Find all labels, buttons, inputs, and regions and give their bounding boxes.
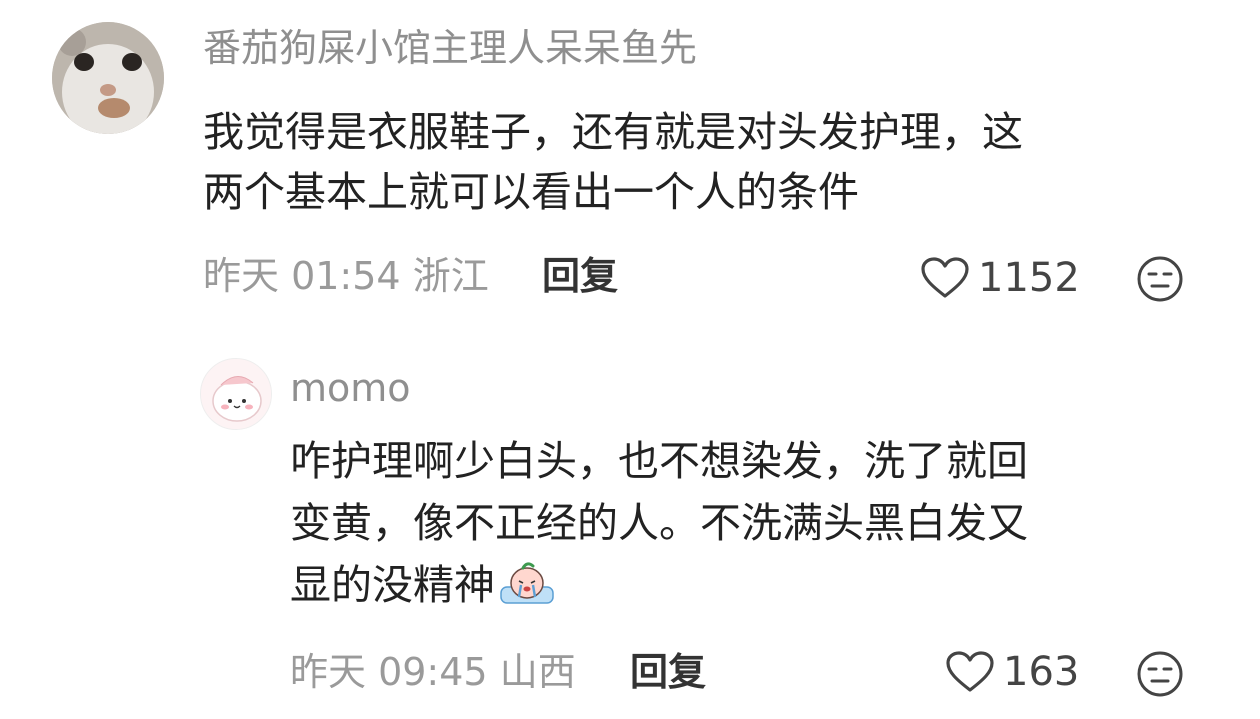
heart-icon xyxy=(946,651,994,692)
cat-avatar-image xyxy=(52,22,164,134)
comment-time: 昨天 09:45 xyxy=(290,650,488,694)
crying-sticker-icon xyxy=(500,562,554,604)
comment-line: 咋护理啊少白头，也不想染发，洗了就回 xyxy=(290,437,1028,485)
neutral-face-icon xyxy=(1137,651,1183,697)
comment-line: 我觉得是衣服鞋子，还有就是对头发护理，这 xyxy=(203,108,1023,156)
comment-2: momo 咋护理啊少白头，也不想染发，洗了就回 变黄，像不正经的人。不洗满头黑白… xyxy=(0,320,1260,719)
comment-line: 两个基本上就可以看出一个人的条件 xyxy=(203,168,859,216)
avatar[interactable] xyxy=(52,22,164,134)
like-button[interactable]: 1152 xyxy=(920,252,1080,304)
like-button[interactable]: 163 xyxy=(945,646,1079,698)
comment-line: 显的没精神 xyxy=(290,554,1028,616)
reply-button[interactable]: 回复 xyxy=(630,646,706,698)
comment-thread: 番茄狗屎小馆主理人呆呆鱼先 我觉得是衣服鞋子，还有就是对头发护理，这 两个基本上… xyxy=(0,0,1260,719)
like-count: 163 xyxy=(1003,649,1080,695)
comment-username[interactable]: 番茄狗屎小馆主理人呆呆鱼先 xyxy=(203,22,697,74)
comment-meta: 昨天 09:45 山西 xyxy=(290,646,576,698)
comment-body: 我觉得是衣服鞋子，还有就是对头发护理，这 两个基本上就可以看出一个人的条件 xyxy=(203,102,1023,222)
comment-line-text: 显的没精神 xyxy=(290,561,495,609)
comment-1: 番茄狗屎小馆主理人呆呆鱼先 我觉得是衣服鞋子，还有就是对头发护理，这 两个基本上… xyxy=(0,0,1260,320)
comment-username[interactable]: momo xyxy=(290,362,411,414)
heart-icon xyxy=(921,257,969,298)
emoji-reaction-button[interactable] xyxy=(1136,650,1184,698)
comment-line: 变黄，像不正经的人。不洗满头黑白发又 xyxy=(290,499,1028,547)
reply-button[interactable]: 回复 xyxy=(542,250,618,302)
cartoon-avatar-image xyxy=(201,359,271,429)
comment-meta: 昨天 01:54 浙江 xyxy=(203,250,489,302)
comment-body: 咋护理啊少白头，也不想染发，洗了就回 变黄，像不正经的人。不洗满头黑白发又 显的… xyxy=(290,430,1028,616)
emoji-reaction-button[interactable] xyxy=(1136,255,1184,303)
username-fade xyxy=(790,30,850,70)
comment-time: 昨天 01:54 xyxy=(203,254,401,298)
neutral-face-icon xyxy=(1137,256,1183,302)
comment-location: 浙江 xyxy=(412,254,489,298)
comment-location: 山西 xyxy=(499,650,576,694)
like-count: 1152 xyxy=(978,255,1080,301)
avatar[interactable] xyxy=(200,358,272,430)
